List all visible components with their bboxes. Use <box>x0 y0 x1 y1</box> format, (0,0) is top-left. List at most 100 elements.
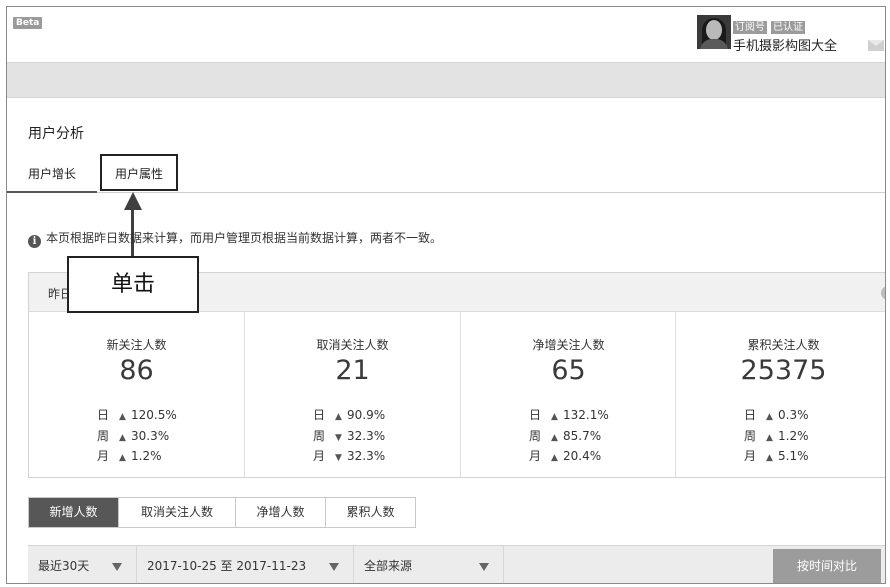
up-arrow-icon: ▲ <box>551 412 558 422</box>
change-pct: 32.3% <box>347 449 386 463</box>
filter-bar: 最近30天 2017-10-25 至 2017-11-23 全部来源 按时间对比 <box>28 545 885 583</box>
info-icon: i <box>28 235 41 248</box>
change-row: 月 ▲ 20.4% <box>529 447 609 468</box>
change-row: 月 ▲ 1.2% <box>97 447 177 468</box>
beta-badge: Beta <box>13 17 43 29</box>
range-select[interactable]: 最近30天 <box>28 546 137 583</box>
period-label: 周 <box>744 428 757 443</box>
stat-label: 累积关注人数 <box>747 338 820 352</box>
caret-down-icon <box>329 563 339 571</box>
stat-value: 21 <box>335 355 370 386</box>
notice-text: i 本页根据昨日数据来计算，而用户管理页根据当前数据计算，两者不一致。 <box>28 229 442 248</box>
date-range-value: 2017-10-25 至 2017-11-23 <box>147 559 307 573</box>
change-row: 周 ▲ 30.3% <box>97 427 177 448</box>
stat-label: 新关注人数 <box>106 338 167 352</box>
stat-changes: 日 ▲ 132.1% 周 ▲ 85.7% 月 ▲ 20.4% <box>529 406 609 468</box>
change-pct: 1.2% <box>131 449 162 463</box>
change-pct: 5.1% <box>778 449 809 463</box>
stat-value: 65 <box>551 355 586 386</box>
change-row: 日 ▲ 132.1% <box>529 406 609 427</box>
stat-value: 25375 <box>740 355 827 386</box>
up-arrow-icon: ▲ <box>119 453 126 463</box>
stat-new-followers: 新关注人数 86 日 ▲ 120.5% 周 ▲ 30.3% 月 ▲ 1.2% <box>29 312 244 477</box>
compare-by-time-button[interactable]: 按时间对比 <box>773 549 881 583</box>
period-label: 月 <box>97 449 110 463</box>
stat-label: 净增关注人数 <box>532 338 605 352</box>
period-label: 周 <box>313 428 326 443</box>
subscription-tag: 订阅号 <box>733 21 767 34</box>
source-value: 全部来源 <box>364 559 413 573</box>
change-pct: 90.9% <box>347 408 386 422</box>
caret-down-icon <box>479 563 489 571</box>
change-pct: 20.4% <box>563 449 602 463</box>
verified-tag: 已认证 <box>771 21 805 34</box>
up-arrow-icon: ▲ <box>766 412 773 422</box>
period-label: 日 <box>744 408 757 422</box>
period-label: 周 <box>529 428 542 443</box>
segment-new[interactable]: 新增人数 <box>29 498 119 527</box>
change-pct: 1.2% <box>778 428 809 443</box>
avatar[interactable] <box>697 15 731 49</box>
change-pct: 85.7% <box>563 428 602 443</box>
period-label: 周 <box>97 428 110 443</box>
account-name[interactable]: 手机摄影构图大全 <box>733 35 837 54</box>
down-arrow-icon: ▼ <box>335 453 342 463</box>
segment-net[interactable]: 净增人数 <box>236 498 326 527</box>
click-callout: 单击 <box>67 256 199 313</box>
tab-user-attributes[interactable]: 用户属性 <box>100 154 178 191</box>
help-icon[interactable]: ? <box>881 286 885 300</box>
stats-row: 新关注人数 86 日 ▲ 120.5% 周 ▲ 30.3% 月 ▲ 1.2% 取消关注人数 … <box>29 312 885 477</box>
range-value: 最近30天 <box>38 559 90 573</box>
up-arrow-icon: ▲ <box>766 432 773 443</box>
up-arrow-icon: ▲ <box>551 432 558 443</box>
mail-icon[interactable] <box>868 40 884 51</box>
caret-down-icon <box>112 563 122 571</box>
tab-user-growth[interactable]: 用户增长 <box>7 157 97 193</box>
period-label: 月 <box>529 449 542 463</box>
stat-changes: 日 ▲ 90.9% 周 ▼ 32.3% 月 ▼ 32.3% <box>313 406 385 468</box>
stat-changes: 日 ▲ 0.3% 周 ▲ 1.2% 月 ▲ 5.1% <box>744 406 809 468</box>
up-arrow-icon: ▲ <box>335 412 342 422</box>
change-pct: 120.5% <box>131 408 177 422</box>
change-pct: 0.3% <box>778 408 809 422</box>
change-pct: 32.3% <box>347 428 386 443</box>
period-label: 月 <box>313 449 326 463</box>
change-row: 周 ▲ 85.7% <box>529 427 609 448</box>
change-row: 月 ▲ 5.1% <box>744 447 809 468</box>
stat-value: 86 <box>119 355 154 386</box>
up-arrow-icon: ▲ <box>551 453 558 463</box>
up-arrow-icon: ▲ <box>766 453 773 463</box>
browser-frame: Beta 订阅号 已认证 手机摄影构图大全 用户分析 用户增长 用户属性 i 本页根… <box>6 6 886 584</box>
stat-changes: 日 ▲ 120.5% 周 ▲ 30.3% 月 ▲ 1.2% <box>97 406 177 468</box>
date-range-picker[interactable]: 2017-10-25 至 2017-11-23 <box>137 546 354 583</box>
tab-bar: 用户增长 用户属性 <box>7 154 885 193</box>
period-label: 月 <box>744 449 757 463</box>
change-row: 日 ▲ 120.5% <box>97 406 177 427</box>
stat-label: 取消关注人数 <box>316 338 389 352</box>
period-label: 日 <box>97 408 110 422</box>
period-label: 日 <box>313 408 326 422</box>
change-pct: 30.3% <box>131 428 170 443</box>
notice-message: 本页根据昨日数据来计算，而用户管理页根据当前数据计算，两者不一致。 <box>46 231 443 245</box>
change-row: 日 ▲ 0.3% <box>744 406 809 427</box>
segment-unfollow[interactable]: 取消关注人数 <box>119 498 236 527</box>
stat-unfollows: 取消关注人数 21 日 ▲ 90.9% 周 ▼ 32.3% 月 ▼ 32.3% <box>244 312 460 477</box>
stat-cumulative: 累积关注人数 25375 日 ▲ 0.3% 周 ▲ 1.2% 月 ▲ 5.1% <box>675 312 885 477</box>
stat-net-growth: 净增关注人数 65 日 ▲ 132.1% 周 ▲ 85.7% 月 ▲ 20.4% <box>460 312 676 477</box>
down-arrow-icon: ▼ <box>335 432 342 443</box>
period-label: 日 <box>529 408 542 422</box>
metric-segment-control: 新增人数 取消关注人数 净增人数 累积人数 <box>28 497 416 528</box>
source-select[interactable]: 全部来源 <box>354 546 504 583</box>
annotation-arrow <box>123 192 143 260</box>
segment-cumulative[interactable]: 累积人数 <box>326 498 415 527</box>
account-tags: 订阅号 已认证 <box>733 15 809 34</box>
up-arrow-icon: ▲ <box>119 412 126 422</box>
change-row: 日 ▲ 90.9% <box>313 406 385 427</box>
page-title: 用户分析 <box>28 126 84 142</box>
change-row: 周 ▲ 1.2% <box>744 427 809 448</box>
top-nav-bar <box>7 62 885 98</box>
change-row: 月 ▼ 32.3% <box>313 447 385 468</box>
change-row: 周 ▼ 32.3% <box>313 427 385 448</box>
change-pct: 132.1% <box>563 408 609 422</box>
up-arrow-icon: ▲ <box>119 432 126 443</box>
